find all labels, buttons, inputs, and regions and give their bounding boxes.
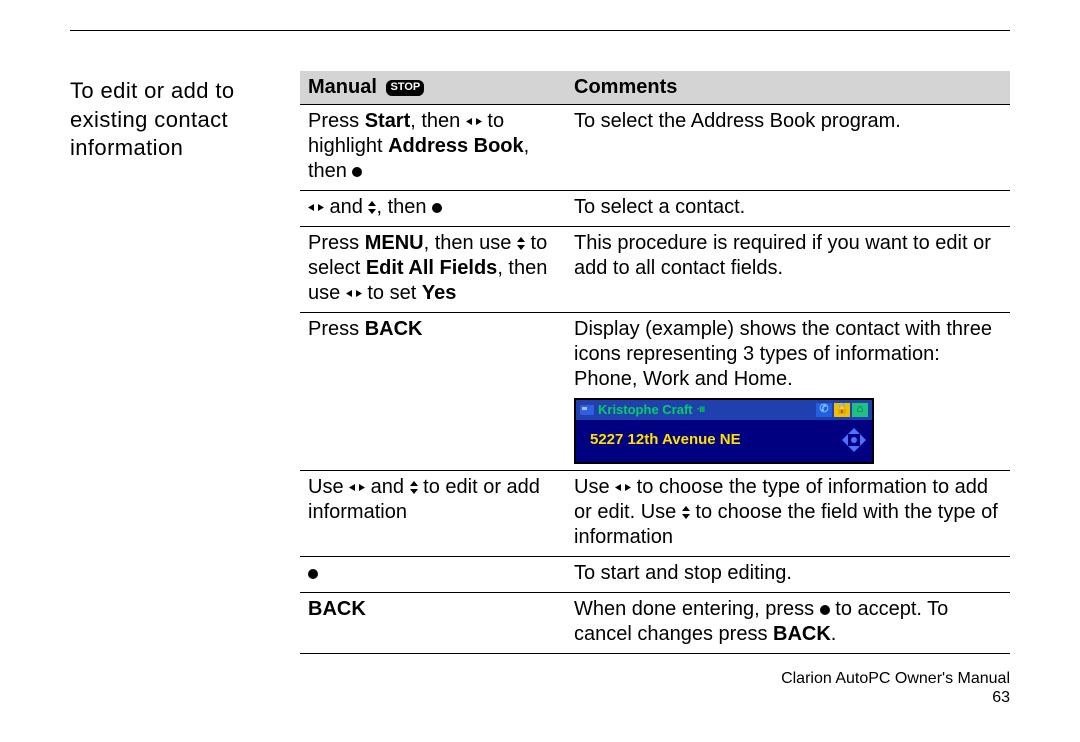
comment-cell: To select the Address Book program.: [566, 105, 1010, 191]
page-number: 63: [781, 688, 1010, 707]
table-row: Press MENU, then use to select Edit All …: [300, 227, 1010, 313]
manual-cell: [300, 557, 566, 593]
up-down-icon: [517, 237, 525, 250]
lcd-example: Kristophe Craft ·ııı ✆ 🔒 ⌂: [574, 398, 874, 464]
lcd-body: 5227 12th Avenue NE: [576, 420, 872, 462]
enter-dot-icon: [432, 203, 442, 213]
table-row: Press Start, then to highlight Address B…: [300, 105, 1010, 191]
table-row: To start and stop editing.: [300, 557, 1010, 593]
comment-cell: When done entering, press to accept. To …: [566, 593, 1010, 654]
manual-cell: and , then: [300, 191, 566, 227]
table-row: Use and to edit or add information Use t…: [300, 471, 1010, 557]
text-bold: BACK: [308, 598, 366, 620]
lcd-contact-name: Kristophe Craft: [598, 402, 693, 418]
lcd-type-icons: ✆ 🔒 ⌂: [816, 403, 868, 417]
manual-cell: Press MENU, then use to select Edit All …: [300, 227, 566, 313]
lcd-titlebar: Kristophe Craft ·ııı ✆ 🔒 ⌂: [576, 400, 872, 420]
text: Use: [308, 476, 349, 498]
lcd-address: 5227 12th Avenue NE: [590, 431, 842, 450]
text: to set: [362, 282, 422, 304]
text: , then use: [424, 232, 517, 254]
text: and: [365, 476, 409, 498]
left-right-icon: [615, 484, 631, 492]
dpad-icon: [842, 428, 866, 452]
instruction-table: Manual STOP Comments Press Start, then t…: [300, 71, 1010, 654]
table-row: and , then To select a contact.: [300, 191, 1010, 227]
signal-icon: ·ııı: [697, 404, 705, 417]
text: When done entering, press: [574, 598, 820, 620]
up-down-icon: [410, 481, 418, 494]
left-right-icon: [346, 290, 362, 298]
up-down-icon: [682, 506, 690, 519]
comment-cell: Display (example) shows the contact with…: [566, 313, 1010, 471]
text: Press: [308, 318, 365, 340]
card-icon: [580, 403, 594, 417]
manual-cell: Press BACK: [300, 313, 566, 471]
text-bold: BACK: [773, 623, 831, 645]
left-right-icon: [349, 484, 365, 492]
text: and: [324, 196, 368, 218]
col-manual-label: Manual: [308, 76, 377, 98]
text-bold: MENU: [365, 232, 424, 254]
left-right-icon: [308, 204, 324, 212]
page-footer: Clarion AutoPC Owner's Manual 63: [781, 669, 1010, 707]
manual-cell: Press Start, then to highlight Address B…: [300, 105, 566, 191]
text: .: [831, 623, 837, 645]
work-icon: 🔒: [834, 403, 850, 417]
footer-title: Clarion AutoPC Owner's Manual: [781, 669, 1010, 688]
text: , then: [410, 110, 466, 132]
table-row: Press BACK Display (example) shows the c…: [300, 313, 1010, 471]
col-comments: Comments: [566, 71, 1010, 105]
text-bold: Yes: [422, 282, 456, 304]
text: Display (example) shows the contact with…: [574, 318, 992, 390]
section-heading: To edit or add to existing contact infor…: [70, 71, 300, 163]
manual-cell: BACK: [300, 593, 566, 654]
text: Use: [574, 476, 615, 498]
top-rule: [70, 30, 1010, 31]
stop-icon: STOP: [386, 80, 424, 96]
table-row: BACK When done entering, press to accept…: [300, 593, 1010, 654]
enter-dot-icon: [308, 569, 318, 579]
comment-cell: Use to choose the type of information to…: [566, 471, 1010, 557]
phone-icon: ✆: [816, 403, 832, 417]
comment-cell: This procedure is required if you want t…: [566, 227, 1010, 313]
text: Press: [308, 232, 365, 254]
text: , then: [376, 196, 432, 218]
text-bold: Edit All Fields: [366, 257, 498, 279]
text-bold: BACK: [365, 318, 423, 340]
left-right-icon: [466, 118, 482, 126]
enter-dot-icon: [820, 605, 830, 615]
col-manual: Manual STOP: [300, 71, 566, 105]
comment-cell: To start and stop editing.: [566, 557, 1010, 593]
text-bold: Address Book: [388, 135, 524, 157]
text: Press: [308, 110, 365, 132]
manual-cell: Use and to edit or add information: [300, 471, 566, 557]
home-icon: ⌂: [852, 403, 868, 417]
comment-cell: To select a contact.: [566, 191, 1010, 227]
text-bold: Start: [365, 110, 411, 132]
enter-dot-icon: [352, 167, 362, 177]
